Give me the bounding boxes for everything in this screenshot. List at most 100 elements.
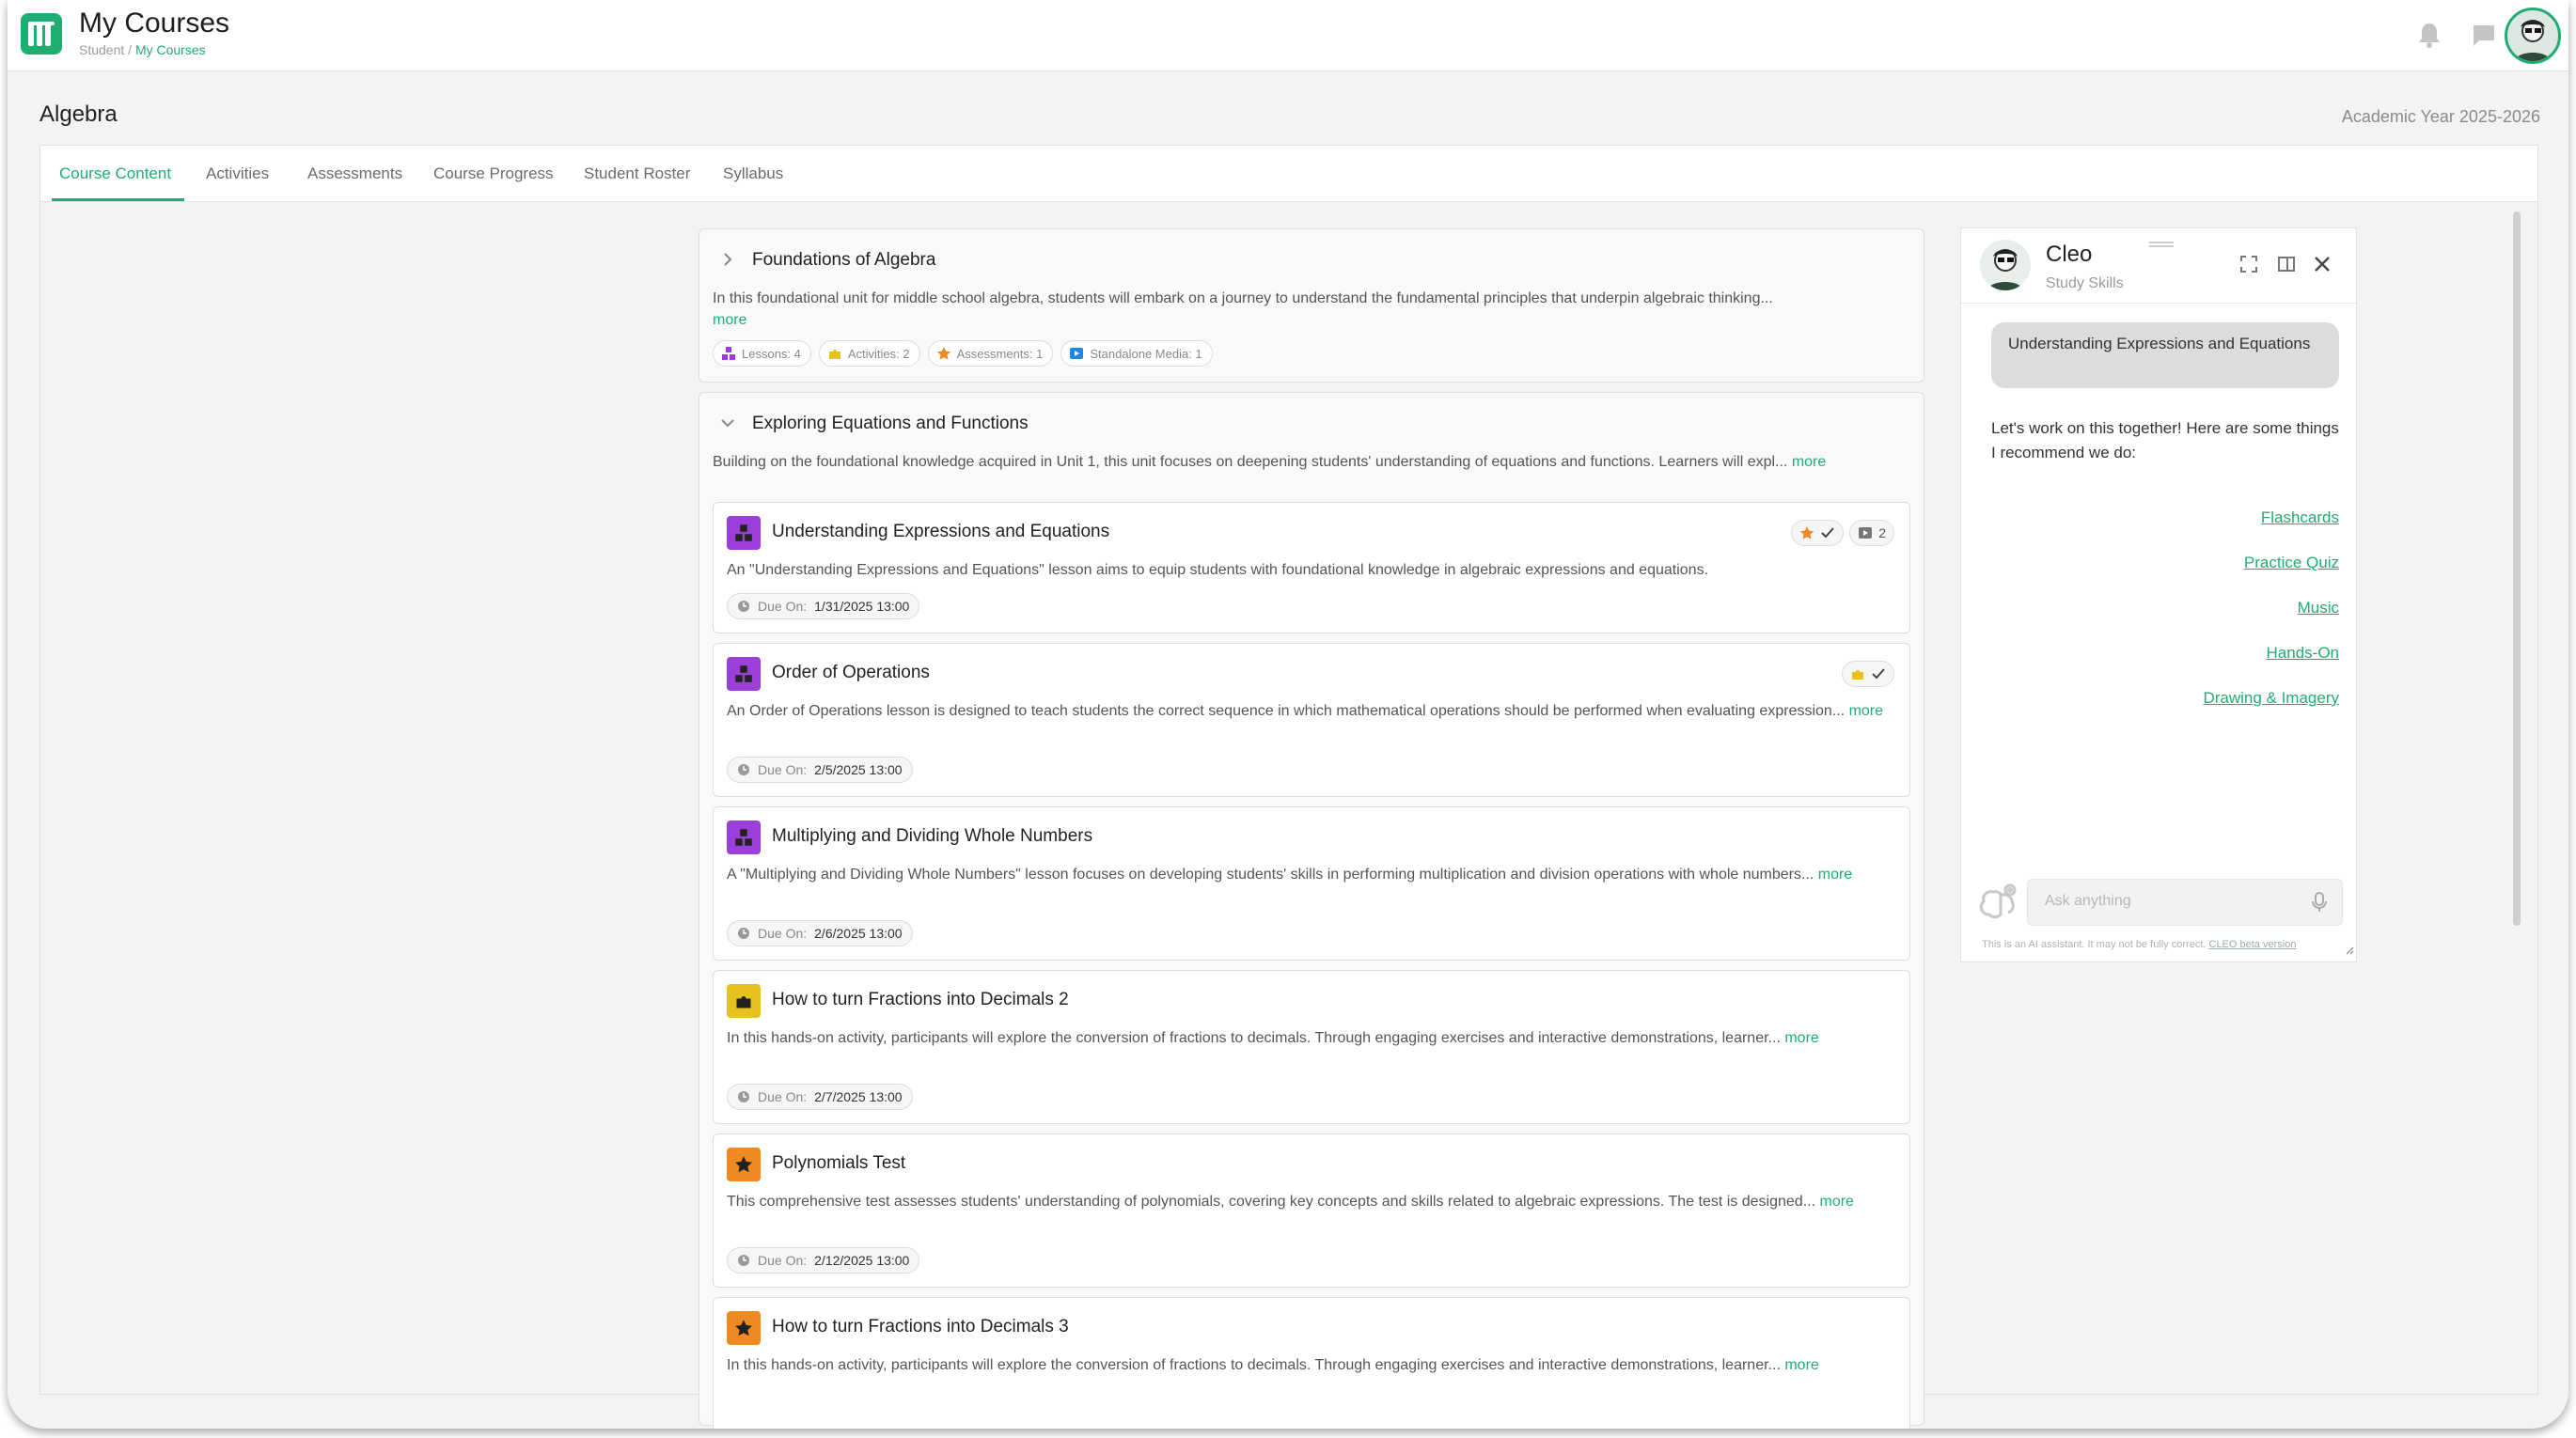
- media-count-badge: 2: [1849, 520, 1894, 546]
- chat-header: Cleo Study Skills: [1961, 228, 2356, 304]
- lesson-card[interactable]: Understanding Expressions and Equations …: [713, 502, 1910, 633]
- lessons-count-chip: Lessons: 4: [713, 340, 811, 367]
- practice-quiz-link[interactable]: Practice Quiz: [2244, 554, 2339, 572]
- item-badges: [1842, 661, 1894, 687]
- check-icon: [1821, 527, 1834, 539]
- breadcrumb-student[interactable]: Student: [79, 42, 124, 57]
- clock-icon: [738, 601, 749, 612]
- item-title[interactable]: Polynomials Test: [772, 1153, 905, 1174]
- music-link[interactable]: Music: [2298, 599, 2339, 617]
- course-content-panel: Foundations of Algebra In this foundatio…: [39, 201, 2538, 1429]
- hands-on-link[interactable]: Hands-On: [2267, 644, 2339, 663]
- sidebar-icon[interactable]: [2277, 255, 2296, 278]
- tab-activities[interactable]: Activities: [206, 164, 269, 183]
- more-link[interactable]: more: [1784, 1357, 1818, 1373]
- item-title[interactable]: How to turn Fractions into Decimals 3: [772, 1317, 1069, 1337]
- media-count-chip: Standalone Media: 1: [1060, 340, 1213, 367]
- ask-placeholder: Ask anything: [2045, 893, 2131, 909]
- due-date-chip: Due On: 1/31/2025 13:00: [727, 593, 920, 619]
- bell-icon[interactable]: [2416, 21, 2442, 54]
- item-description: This comprehensive test assesses student…: [727, 1194, 1854, 1210]
- check-icon: [1872, 668, 1885, 680]
- lesson-card[interactable]: Multiplying and Dividing Whole Numbers A…: [713, 806, 1910, 961]
- unit-card: Foundations of Algebra In this foundatio…: [699, 228, 1924, 383]
- activity-card[interactable]: How to turn Fractions into Decimals 2 In…: [713, 970, 1910, 1124]
- item-title[interactable]: Understanding Expressions and Equations: [772, 522, 1109, 542]
- tab-student-roster[interactable]: Student Roster: [584, 164, 690, 183]
- cleo-chat-panel: Cleo Study Skills Understanding Expressi…: [1960, 227, 2357, 962]
- tab-course-content[interactable]: Course Content: [59, 164, 171, 183]
- ask-input[interactable]: Ask anything: [2027, 879, 2343, 926]
- more-link[interactable]: more: [1784, 1030, 1818, 1046]
- puzzle-icon: [727, 984, 761, 1018]
- lesson-blocks-icon: [727, 516, 761, 550]
- assistant-reply: Let's work on this together! Here are so…: [1991, 419, 2339, 461]
- due-date-chip: Due On: 2/5/2025 13:00: [727, 757, 913, 783]
- puzzle-icon: [1852, 670, 1863, 680]
- assessments-count-chip: Assessments: 1: [927, 340, 1054, 367]
- content-scrollbar[interactable]: [2513, 211, 2521, 926]
- item-title[interactable]: How to turn Fractions into Decimals 2: [772, 990, 1069, 1010]
- tab-assessments[interactable]: Assessments: [307, 164, 402, 183]
- chat-bubble-icon[interactable]: [2471, 23, 2497, 54]
- app-logo-icon[interactable]: [21, 13, 62, 55]
- unit-card: Exploring Equations and Functions Buildi…: [699, 392, 1924, 1429]
- breadcrumb: Student / My Courses: [79, 42, 206, 57]
- assessment-card[interactable]: How to turn Fractions into Decimals 3 In…: [713, 1297, 1910, 1429]
- item-badges: 2: [1791, 520, 1894, 546]
- user-avatar[interactable]: [2505, 8, 2561, 64]
- lesson-card[interactable]: Order of Operations An Order of Operatio…: [713, 643, 1910, 797]
- tab-course-progress[interactable]: Course Progress: [433, 164, 554, 183]
- more-link[interactable]: more: [1820, 1194, 1854, 1210]
- drag-handle[interactable]: [2149, 242, 2174, 247]
- item-description: In this hands-on activity, participants …: [727, 1030, 1819, 1046]
- drawing-imagery-link[interactable]: Drawing & Imagery: [2203, 689, 2339, 708]
- lesson-blocks-icon: [722, 347, 735, 360]
- beta-version-link[interactable]: CLEO beta version: [2209, 939, 2297, 950]
- close-icon[interactable]: [2313, 255, 2332, 278]
- top-bar: My Courses Student / My Courses: [8, 0, 2568, 71]
- assistant-name: Cleo: [2046, 242, 2093, 267]
- unit-title[interactable]: Foundations of Algebra: [752, 250, 935, 271]
- unit-counts: Lessons: 4 Activities: 2 Assessments: 1 …: [713, 340, 1213, 367]
- lesson-blocks-icon: [727, 657, 761, 691]
- chevron-down-icon[interactable]: [720, 415, 735, 435]
- item-description: In this hands-on activity, participants …: [727, 1357, 1819, 1373]
- flashcards-link[interactable]: Flashcards: [2261, 508, 2339, 527]
- due-date-chip: Due On: 2/6/2025 13:00: [727, 920, 913, 946]
- unit-title[interactable]: Exploring Equations and Functions: [752, 414, 1029, 434]
- clock-icon: [738, 928, 749, 939]
- lesson-blocks-icon: [727, 821, 761, 854]
- resize-handle[interactable]: [2345, 943, 2354, 960]
- item-title[interactable]: Order of Operations: [772, 663, 930, 683]
- academic-year: Academic Year 2025-2026: [2341, 107, 2540, 126]
- puzzle-icon: [828, 350, 840, 359]
- expand-icon[interactable]: [2239, 255, 2258, 278]
- app-window: My Courses Student / My Courses Algebra …: [8, 0, 2568, 1429]
- ai-disclaimer: This is an AI assistant. It may not be f…: [1982, 939, 2297, 950]
- cleo-brain-icon: [1976, 881, 2019, 929]
- chevron-right-icon[interactable]: [720, 252, 735, 272]
- due-date-chip: Due On: 2/7/2025 13:00: [727, 1084, 913, 1110]
- clock-icon: [738, 1091, 749, 1102]
- item-title[interactable]: Multiplying and Dividing Whole Numbers: [772, 826, 1092, 847]
- assessment-complete-badge: [1791, 520, 1845, 546]
- activity-complete-badge: [1842, 661, 1894, 687]
- media-icon: [1859, 527, 1873, 539]
- more-link[interactable]: more: [1818, 867, 1852, 883]
- tab-syllabus[interactable]: Syllabus: [723, 164, 783, 183]
- user-message: Understanding Expressions and Equations: [1991, 322, 2339, 388]
- breadcrumb-my-courses[interactable]: My Courses: [135, 42, 206, 57]
- star-icon: [1800, 526, 1814, 539]
- clock-icon: [738, 764, 749, 775]
- more-link[interactable]: more: [713, 312, 746, 328]
- star-icon: [727, 1311, 761, 1345]
- item-description: An "Understanding Expressions and Equati…: [727, 562, 1709, 578]
- app-title: My Courses: [79, 8, 230, 39]
- assistant-subtitle: Study Skills: [2046, 275, 2124, 291]
- assessment-card[interactable]: Polynomials Test This comprehensive test…: [713, 1133, 1910, 1288]
- more-link[interactable]: more: [1792, 454, 1826, 470]
- item-description: An Order of Operations lesson is designe…: [727, 703, 1884, 719]
- more-link[interactable]: more: [1849, 703, 1883, 719]
- microphone-icon[interactable]: [2312, 891, 2327, 918]
